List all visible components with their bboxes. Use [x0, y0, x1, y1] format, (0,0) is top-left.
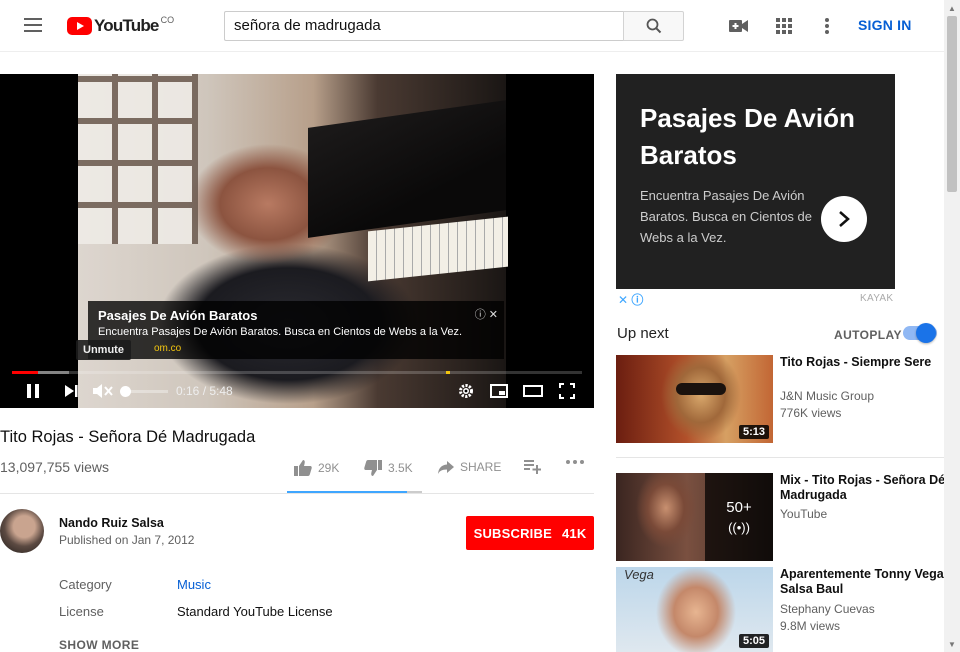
channel-name[interactable]: Nando Ruiz Salsa [59, 516, 164, 530]
dislike-button[interactable]: 3.5K [364, 460, 413, 476]
progress-bar[interactable] [12, 371, 582, 374]
autoplay-label: AUTOPLAY [834, 328, 902, 342]
channel-avatar[interactable] [0, 509, 44, 553]
video-channel: Stephany Cuevas [780, 602, 875, 616]
masthead: YouTube CO señora de madrugada SIGN IN [0, 0, 944, 52]
overlay-ad-url: om.co [154, 343, 182, 354]
apps-grid-icon[interactable] [774, 16, 794, 36]
video-channel: YouTube [780, 507, 828, 521]
mix-overlay: 50+ ((•)) [705, 473, 773, 561]
ad-marker [446, 371, 450, 374]
more-actions-icon[interactable] [566, 460, 584, 464]
upload-video-icon[interactable] [729, 16, 749, 36]
sidebar-ad-card[interactable]: Pasajes De Avión Baratos Encuentra Pasaj… [616, 74, 895, 289]
meta-key-license: License [59, 604, 104, 619]
search-icon [646, 18, 661, 34]
volume-slider-handle[interactable] [120, 386, 131, 397]
video-background-window [78, 74, 198, 244]
recommended-video[interactable]: 5:13 Tito Rojas - Siempre Sere J&N Music… [616, 355, 946, 443]
subscriber-count: 41K [561, 525, 587, 541]
video-views: 776K views [780, 406, 842, 420]
share-button[interactable]: SHARE [438, 460, 501, 474]
view-count: 13,097,755 views [0, 459, 109, 475]
like-button[interactable]: 29K [294, 460, 339, 476]
video-title[interactable]: Tito Rojas - Siempre Sere [780, 355, 946, 370]
youtube-logo[interactable]: YouTube CO [67, 15, 174, 37]
sign-in-button[interactable]: SIGN IN [858, 17, 912, 33]
video-duration: 5:05 [738, 634, 769, 648]
video-thumbnail[interactable]: Vega 5:05 [616, 567, 773, 652]
overlay-ad[interactable]: Pasajes De Avión Baratos Encuentra Pasaj… [88, 301, 504, 359]
video-duration: 5:13 [738, 425, 769, 439]
recommended-mix[interactable]: 50+ ((•)) Mix - Tito Rojas - Señora Dé M… [616, 473, 946, 561]
progress-played [12, 371, 38, 374]
more-options-icon[interactable] [817, 16, 837, 36]
search-input[interactable]: señora de madrugada [224, 11, 624, 41]
sidebar-ad-title: Pasajes De Avión Baratos [640, 103, 855, 170]
scrollbar-thumb[interactable] [947, 16, 957, 192]
thumbnail-text: Vega [624, 567, 654, 582]
divider [616, 457, 944, 458]
mix-count: 50+ [726, 499, 752, 516]
subscribe-button[interactable]: SUBSCRIBE 41K [466, 516, 594, 550]
subscribe-label: SUBSCRIBE [473, 525, 552, 541]
volume-slider[interactable] [126, 390, 168, 393]
thumbs-up-icon [294, 460, 312, 476]
muted-volume-icon[interactable] [92, 380, 114, 402]
autoplay-toggle-knob[interactable] [916, 323, 936, 343]
next-video-icon[interactable] [60, 380, 82, 402]
mix-thumbnail[interactable]: 50+ ((•)) [616, 473, 773, 561]
youtube-play-icon [67, 17, 92, 35]
video-title[interactable]: Mix - Tito Rojas - Señora Dé Madrugada [780, 473, 946, 503]
show-more-button[interactable]: SHOW MORE [59, 638, 139, 652]
meta-value-license: Standard YouTube License [177, 604, 333, 619]
sidebar-ad-description: Encuentra Pasajes De Avión Baratos. Busc… [640, 188, 812, 245]
scroll-up-arrow-icon[interactable]: ▲ [944, 0, 960, 16]
add-to-playlist-icon[interactable] [524, 460, 541, 474]
recommended-video[interactable]: Vega 5:05 Aparentemente Tonny Vega Salsa… [616, 567, 946, 652]
sunglasses-graphic [676, 383, 726, 395]
thumbs-down-icon [364, 460, 382, 476]
overlay-ad-close-icon[interactable]: ⓘ ✕ [475, 306, 498, 322]
video-views: 9.8M views [780, 619, 841, 633]
search-button[interactable] [623, 11, 684, 41]
theater-mode-icon[interactable] [521, 380, 545, 402]
adchoices-close-icon[interactable]: ✕ ⓘ [618, 291, 643, 308]
logo-text: YouTube [94, 16, 159, 35]
publish-date: Published on Jan 7, 2012 [59, 533, 195, 547]
video-player[interactable]: Pasajes De Avión Baratos Encuentra Pasaj… [0, 74, 594, 408]
pause-icon[interactable] [22, 380, 44, 402]
meta-key-category: Category [59, 577, 112, 592]
video-title-heading: Tito Rojas - Señora Dé Madrugada [0, 428, 256, 446]
divider [0, 493, 594, 494]
dislike-count: 3.5K [388, 461, 413, 475]
video-piano [308, 100, 506, 238]
mix-radio-icon: ((•)) [728, 520, 750, 535]
logo-country-code: CO [160, 15, 175, 25]
meta-value-category[interactable]: Music [177, 577, 211, 592]
video-title[interactable]: Aparentemente Tonny Vega Salsa Baul [780, 567, 946, 597]
chevron-right-icon [839, 211, 850, 227]
time-display: 0:16 / 5:48 [176, 384, 233, 398]
settings-gear-icon[interactable] [455, 380, 477, 402]
fullscreen-icon[interactable] [556, 380, 578, 402]
share-label: SHARE [460, 460, 502, 474]
sidebar-ad-brand: KAYAK [860, 293, 894, 304]
hamburger-menu-icon[interactable] [24, 18, 42, 32]
share-icon [438, 460, 454, 474]
overlay-ad-title: Pasajes De Avión Baratos [98, 308, 258, 323]
unmute-tooltip: Unmute [76, 340, 131, 360]
up-next-heading: Up next [617, 325, 669, 342]
video-channel: J&N Music Group [780, 389, 875, 403]
scroll-down-arrow-icon[interactable]: ▼ [944, 636, 960, 652]
miniplayer-icon[interactable] [488, 380, 510, 402]
video-thumbnail[interactable]: 5:13 [616, 355, 773, 443]
overlay-ad-description: Encuentra Pasajes De Avión Baratos. Busc… [98, 326, 463, 338]
sidebar-ad-open-button[interactable] [821, 196, 867, 242]
like-count: 29K [318, 461, 340, 475]
